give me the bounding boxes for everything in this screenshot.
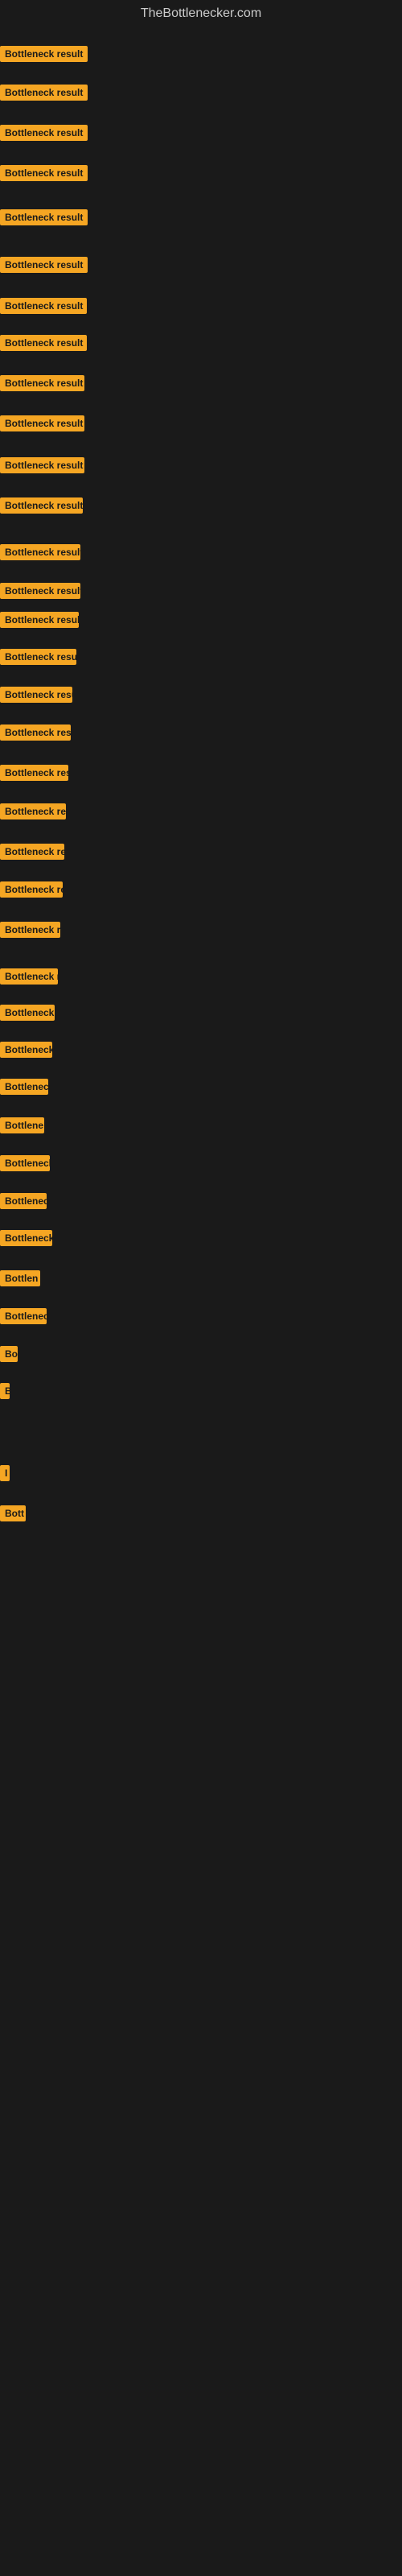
bottleneck-result-badge: Bottleneck result: [0, 497, 83, 514]
list-item: Bottleneck result: [0, 298, 87, 314]
bottleneck-result-badge: Bottlen: [0, 1270, 40, 1286]
list-item: Bottlene: [0, 1117, 44, 1133]
list-item: Bottleneck: [0, 1079, 48, 1095]
bottleneck-result-badge: Bottleneck result: [0, 375, 84, 391]
bottleneck-result-badge: Bottleneck result: [0, 881, 63, 898]
bottleneck-result-badge: Bottleneck result: [0, 687, 72, 703]
bottleneck-result-badge: Bottleneck result: [0, 46, 88, 62]
bottleneck-result-badge: Bottleneck result: [0, 922, 60, 938]
list-item: Bottleneck result: [0, 497, 83, 514]
list-item: Bottleneck result: [0, 209, 88, 225]
list-item: Bottleneck result: [0, 165, 88, 181]
bottleneck-result-badge: Bottleneck: [0, 1079, 48, 1095]
bottleneck-result-badge: I: [0, 1465, 10, 1481]
list-item: Bottleneck result: [0, 687, 72, 703]
bottleneck-result-badge: Bottleneck re: [0, 1005, 55, 1021]
list-item: Bottleneck result: [0, 335, 87, 351]
list-item: Bottleneck result: [0, 844, 64, 860]
bottleneck-result-badge: Bottleneck r: [0, 1155, 50, 1171]
list-item: B: [0, 1383, 10, 1399]
bottleneck-result-badge: Bott: [0, 1505, 26, 1521]
list-item: Bottleneck result: [0, 85, 88, 101]
bottleneck-result-badge: Bottleneck result: [0, 415, 84, 431]
list-item: Bottleneck result: [0, 724, 71, 741]
bottleneck-result-badge: Bottleneck result: [0, 544, 80, 560]
list-item: Bottleneck result: [0, 612, 79, 628]
list-item: Bottleneck result: [0, 803, 66, 819]
list-item: Bottleneck result: [0, 257, 88, 273]
bottleneck-result-badge: Bottleneck result: [0, 165, 88, 181]
list-item: Bottleneck result: [0, 457, 84, 473]
list-item: Bottleneck result: [0, 46, 88, 62]
bottleneck-result-badge: Bo: [0, 1346, 18, 1362]
bottleneck-result-badge: Bottleneck result: [0, 125, 88, 141]
bottleneck-result-badge: Bottleneck: [0, 1308, 47, 1324]
list-item: Bottlen: [0, 1270, 40, 1286]
list-item: Bottleneck re: [0, 1005, 55, 1021]
bottleneck-result-badge: Bottleneck result: [0, 844, 64, 860]
bottleneck-result-badge: Bottleneck result: [0, 803, 66, 819]
list-item: Bo: [0, 1346, 18, 1362]
bottleneck-result-badge: Bottlenec: [0, 1193, 47, 1209]
site-title: TheBottlenecker.com: [0, 0, 402, 24]
list-item: Bottleneck result: [0, 125, 88, 141]
bottleneck-result-badge: Bottleneck result: [0, 765, 68, 781]
bottleneck-result-badge: Bottleneck result: [0, 583, 80, 599]
bottleneck-result-badge: Bottleneck result: [0, 724, 71, 741]
bottleneck-result-badge: Bottleneck result: [0, 612, 79, 628]
bottleneck-result-badge: Bottleneck re: [0, 1230, 52, 1246]
bottleneck-result-badge: Bottleneck result: [0, 457, 84, 473]
list-item: Bottleneck result: [0, 1042, 52, 1058]
bottleneck-result-badge: Bottlene: [0, 1117, 44, 1133]
list-item: Bottleneck result: [0, 968, 58, 985]
bottleneck-result-badge: B: [0, 1383, 10, 1399]
bottleneck-result-badge: Bottleneck result: [0, 209, 88, 225]
list-item: I: [0, 1465, 10, 1481]
bottleneck-result-badge: Bottleneck result: [0, 85, 88, 101]
list-item: Bottleneck result: [0, 544, 80, 560]
list-item: Bottleneck result: [0, 765, 68, 781]
list-item: Bottleneck result: [0, 649, 76, 665]
list-item: Bottlenec: [0, 1193, 47, 1209]
list-item: Bottleneck result: [0, 922, 60, 938]
bottleneck-result-badge: Bottleneck result: [0, 649, 76, 665]
list-item: Bottleneck result: [0, 881, 63, 898]
list-item: Bottleneck: [0, 1308, 47, 1324]
list-item: Bottleneck re: [0, 1230, 52, 1246]
bottleneck-result-badge: Bottleneck result: [0, 335, 87, 351]
bottleneck-result-badge: Bottleneck result: [0, 298, 87, 314]
list-item: Bott: [0, 1505, 26, 1521]
list-item: Bottleneck result: [0, 583, 80, 599]
bottleneck-result-badge: Bottleneck result: [0, 1042, 52, 1058]
list-item: Bottleneck r: [0, 1155, 50, 1171]
bottleneck-result-badge: Bottleneck result: [0, 968, 58, 985]
list-item: Bottleneck result: [0, 415, 84, 431]
list-item: Bottleneck result: [0, 375, 84, 391]
bottleneck-result-badge: Bottleneck result: [0, 257, 88, 273]
